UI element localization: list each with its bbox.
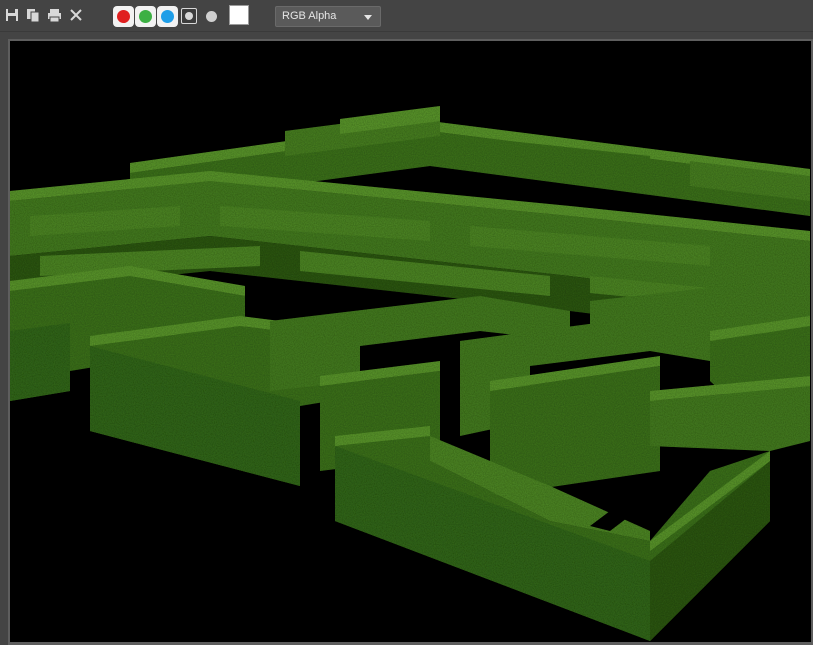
toolbar: RGB Alpha (0, 0, 813, 32)
render-viewport (10, 41, 811, 642)
hedge-maze-render (10, 106, 810, 641)
green-channel-icon (139, 10, 152, 23)
red-channel-icon (117, 10, 130, 23)
monochrome-button[interactable] (206, 11, 217, 22)
background-color-swatch[interactable] (229, 5, 249, 25)
clone-icon[interactable] (24, 6, 42, 24)
channel-select-value: RGB Alpha (282, 10, 337, 22)
display-alpha-channel-button[interactable] (181, 8, 197, 24)
save-icon[interactable] (3, 6, 21, 24)
chevron-down-icon (364, 15, 372, 20)
red-channel-toggle[interactable] (113, 6, 134, 27)
blue-channel-icon (161, 10, 174, 23)
rendered-frame-window: RGB Alpha (0, 0, 813, 645)
green-channel-toggle[interactable] (135, 6, 156, 27)
blue-channel-toggle[interactable] (157, 6, 178, 27)
channel-select[interactable]: RGB Alpha (275, 6, 381, 27)
alpha-icon (185, 12, 193, 20)
close-icon[interactable] (67, 6, 85, 24)
print-icon[interactable] (45, 6, 63, 24)
